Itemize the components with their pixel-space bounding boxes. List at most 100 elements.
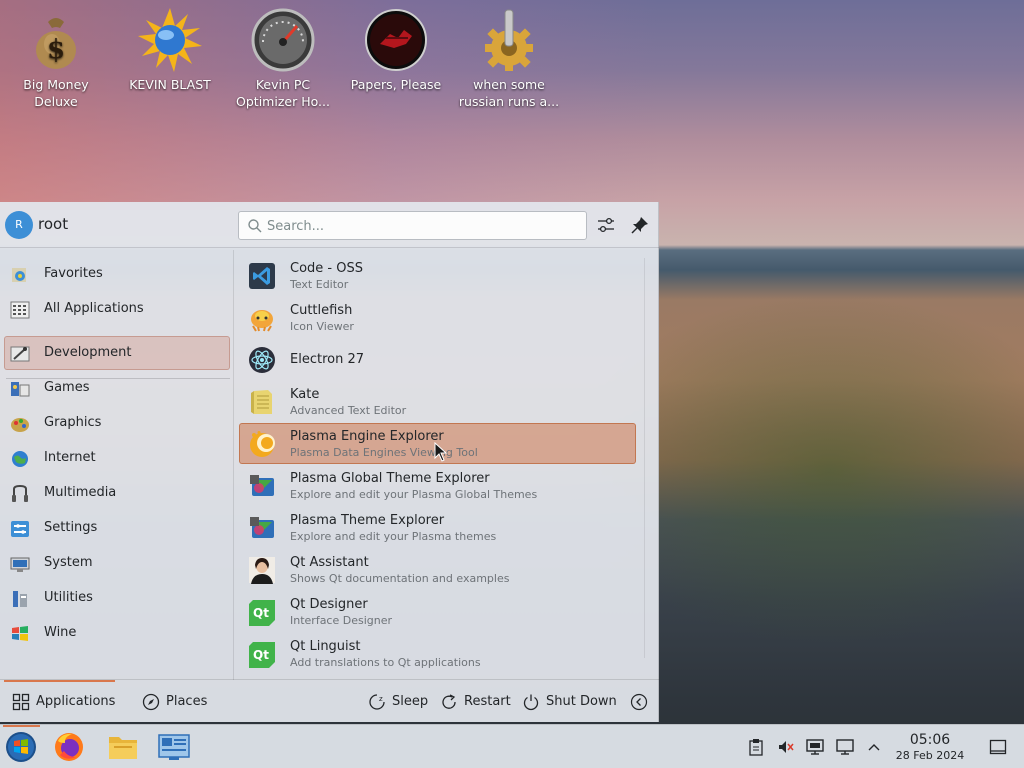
desktop-icon-big-money-deluxe[interactable]: $ Big Money Deluxe [2, 8, 110, 110]
file-manager-icon [106, 737, 140, 767]
configure-button[interactable] [595, 214, 617, 236]
sliders-icon [598, 217, 614, 233]
desktop-icon-kevin-pc-optimizer[interactable]: Kevin PC Optimizer Ho... [229, 8, 337, 110]
app-list: Code - OSS Text Editor Cuttlefish Icon V… [238, 250, 638, 680]
app-item-qt-designer[interactable]: Qt Qt Designer Interface Designer [239, 591, 636, 632]
pin-icon [631, 217, 648, 234]
tab-applications[interactable]: Applications [4, 680, 115, 723]
tab-places[interactable]: Places [138, 680, 213, 723]
favorites-icon [10, 266, 30, 284]
search-icon [247, 218, 263, 234]
sleep-button[interactable]: z Sleep [364, 680, 430, 723]
svg-text:z: z [379, 695, 383, 703]
papers-please-icon [364, 8, 428, 72]
app-item-code-oss[interactable]: Code - OSS Text Editor [239, 255, 636, 296]
desktop-icon-label: KEVIN BLAST [129, 77, 211, 92]
multimedia-icon [10, 484, 30, 503]
category-settings[interactable]: Settings [4, 511, 230, 545]
desktop-icon-russian-runs[interactable]: when some russian runs a... [455, 8, 563, 110]
plasma-theme-icon [248, 514, 276, 542]
taskbar-file-manager[interactable] [106, 731, 140, 763]
power-icon [522, 693, 540, 711]
graphics-icon [10, 415, 30, 433]
qt-assistant-icon [248, 556, 276, 584]
display-icon[interactable] [806, 738, 824, 756]
svg-text:Qt: Qt [253, 606, 269, 620]
start-menu-button[interactable] [4, 731, 38, 763]
money-bag-icon: $ [24, 8, 88, 72]
firefox-icon [52, 733, 86, 767]
category-system[interactable]: System [4, 546, 230, 580]
desktop-icon-kevin-blast[interactable]: KEVIN BLAST [116, 8, 224, 93]
app-list-scrollbar[interactable] [644, 258, 652, 658]
volume-muted-icon[interactable] [777, 738, 795, 756]
show-desktop-icon[interactable] [989, 738, 1007, 756]
category-favorites[interactable]: Favorites [4, 257, 230, 291]
category-wine[interactable]: Wine [4, 616, 230, 650]
category-development[interactable]: Development [4, 336, 230, 370]
system-icon [10, 555, 30, 573]
avatar[interactable]: R [5, 211, 33, 239]
taskbar-system-settings[interactable] [157, 731, 191, 763]
sleep-icon: z [368, 693, 386, 711]
app-item-plasma-theme-explorer[interactable]: Plasma Theme Explorer Explore and edit y… [239, 507, 636, 548]
internet-icon [10, 450, 30, 468]
qt-designer-icon: Qt [248, 598, 276, 626]
expand-tray-icon[interactable] [865, 738, 883, 756]
application-launcher: R root Favo [0, 202, 659, 722]
start-menu-icon [4, 732, 38, 767]
launcher-footer: Applications Places z Sleep Restart Shut [0, 679, 659, 722]
mouse-cursor [434, 441, 448, 462]
clock-time[interactable]: 05:06 [895, 732, 965, 748]
wine-icon [10, 625, 30, 643]
cuttlefish-icon [248, 304, 276, 332]
desktop-icon-papers-please[interactable]: Papers, Please [342, 8, 450, 93]
plasma-engine-icon [248, 430, 276, 458]
settings-icon [10, 520, 30, 538]
qt-linguist-icon: Qt [248, 640, 276, 668]
clipboard-icon[interactable] [747, 738, 765, 756]
launcher-open-indicator [3, 725, 40, 727]
desktop-icon-label: when some russian runs a... [458, 77, 560, 109]
category-graphics[interactable]: Graphics [4, 406, 230, 440]
system-settings-icon [157, 734, 191, 767]
search-input[interactable] [267, 215, 577, 237]
category-games[interactable]: Games [4, 371, 230, 405]
app-item-qt-linguist[interactable]: Qt Qt Linguist Add translations to Qt ap… [239, 633, 636, 674]
taskbar-firefox[interactable] [52, 731, 86, 763]
category-multimedia[interactable]: Multimedia [4, 476, 230, 510]
shutdown-button[interactable]: Shut Down [518, 680, 618, 723]
category-internet[interactable]: Internet [4, 441, 230, 475]
kate-icon [248, 388, 276, 416]
pin-button[interactable] [629, 214, 651, 236]
category-utilities[interactable]: Utilities [4, 581, 230, 615]
plasma-theme-icon [248, 472, 276, 500]
desktop-icon-label: Big Money Deluxe [23, 77, 89, 109]
clock-date[interactable]: 28 Feb 2024 [885, 749, 975, 762]
app-item-plasma-global-theme-explorer[interactable]: Plasma Global Theme Explorer Explore and… [239, 465, 636, 506]
all-applications-icon [10, 301, 30, 319]
more-session-options-button[interactable] [628, 680, 652, 723]
games-icon [10, 380, 30, 398]
utilities-icon [10, 590, 30, 608]
user-name[interactable]: root [38, 215, 68, 233]
active-tab-indicator [4, 680, 115, 682]
launcher-header: R root [0, 202, 659, 248]
app-item-electron[interactable]: Electron 27 [239, 339, 636, 380]
taskbar: 05:06 28 Feb 2024 [0, 724, 1024, 768]
development-icon [10, 345, 30, 363]
category-all-applications[interactable]: All Applications [4, 292, 230, 326]
restart-button[interactable]: Restart [436, 680, 512, 723]
restart-icon [440, 693, 458, 711]
desktop-icon-label: Kevin PC Optimizer Ho... [236, 77, 330, 109]
svg-text:Qt: Qt [253, 648, 269, 662]
app-item-kate[interactable]: Kate Advanced Text Editor [239, 381, 636, 422]
compass-icon [142, 693, 160, 711]
network-icon[interactable] [836, 738, 854, 756]
electron-icon [248, 346, 276, 374]
gear-icon [477, 8, 541, 72]
search-box[interactable] [238, 211, 587, 240]
app-item-qt-assistant[interactable]: Qt Assistant Shows Qt documentation and … [239, 549, 636, 590]
app-item-cuttlefish[interactable]: Cuttlefish Icon Viewer [239, 297, 636, 338]
chevron-left-icon [630, 693, 648, 711]
